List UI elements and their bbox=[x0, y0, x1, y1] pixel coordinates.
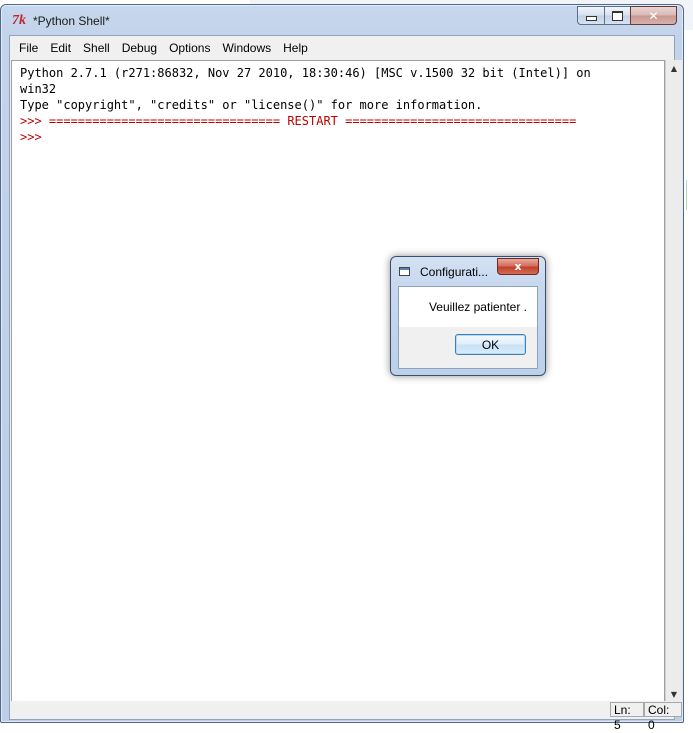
minimize-icon bbox=[585, 16, 597, 21]
status-column: Col: 0 bbox=[644, 702, 682, 732]
tk-app-icon[interactable]: 7k bbox=[12, 13, 30, 29]
menu-shell[interactable]: Shell bbox=[77, 38, 116, 58]
shell-line: >>> ================================ RES… bbox=[20, 113, 656, 129]
client-area: File Edit Shell Debug Options Windows He… bbox=[9, 35, 682, 732]
menu-windows[interactable]: Windows bbox=[216, 38, 277, 58]
dialog-title: Configurati... bbox=[420, 265, 489, 279]
background-window-edge bbox=[686, 180, 693, 210]
menu-options[interactable]: Options bbox=[163, 38, 216, 58]
close-button[interactable]: ✕ bbox=[630, 6, 677, 25]
shell-text: Type "copyright", "credits" or "license(… bbox=[20, 98, 483, 112]
dialog-close-button[interactable]: x bbox=[497, 258, 539, 275]
triangle-down-icon: ▼ bbox=[670, 690, 678, 699]
shell-text: win32 bbox=[20, 82, 57, 96]
menu-file[interactable]: File bbox=[13, 38, 44, 58]
dialog-message-area: Veuillez patienter . bbox=[399, 287, 537, 327]
shell-text: Python 2.7.1 (r271:86832, Nov 27 2010, 1… bbox=[20, 66, 591, 80]
configuration-dialog: Configurati... x Veuillez patienter . OK bbox=[390, 256, 546, 376]
shell-line: Type "copyright", "credits" or "license(… bbox=[20, 97, 656, 113]
scroll-up-button[interactable]: ▲ bbox=[666, 60, 682, 77]
shell-text-area[interactable]: Python 2.7.1 (r271:86832, Nov 27 2010, 1… bbox=[11, 60, 665, 703]
menu-bar: File Edit Shell Debug Options Windows He… bbox=[10, 36, 674, 59]
shell-text: ================================ RESTART… bbox=[48, 114, 577, 128]
shell-line: Python 2.7.1 (r271:86832, Nov 27 2010, 1… bbox=[20, 65, 656, 81]
status-line: Ln: 5 bbox=[610, 702, 644, 732]
maximize-button[interactable] bbox=[604, 6, 630, 25]
shell-prompt: >>> bbox=[20, 114, 49, 128]
title-bar[interactable]: 7k *Python Shell* ✕ bbox=[1, 5, 683, 35]
dialog-body: Veuillez patienter . OK bbox=[398, 286, 538, 369]
python-shell-window: 7k *Python Shell* ✕ File Edit Shell Debu… bbox=[0, 4, 684, 732]
vertical-scrollbar[interactable]: ▲ ▼ bbox=[665, 60, 682, 703]
dialog-message: Veuillez patienter . bbox=[428, 300, 527, 314]
triangle-up-icon: ▲ bbox=[670, 64, 678, 73]
shell-line: >>> bbox=[20, 129, 656, 145]
close-icon: ✕ bbox=[648, 8, 659, 23]
close-icon: x bbox=[514, 260, 522, 273]
status-bar: Ln: 5 Col: 0 bbox=[10, 701, 682, 732]
window-title: *Python Shell* bbox=[33, 14, 110, 28]
menu-debug[interactable]: Debug bbox=[116, 38, 163, 58]
menu-edit[interactable]: Edit bbox=[44, 38, 77, 58]
caption-buttons: ✕ bbox=[577, 6, 677, 25]
ok-button[interactable]: OK bbox=[455, 334, 526, 355]
shell-prompt: >>> bbox=[20, 130, 49, 144]
window-icon bbox=[399, 267, 410, 276]
maximize-icon bbox=[612, 10, 623, 21]
minimize-button[interactable] bbox=[577, 6, 604, 25]
menu-help[interactable]: Help bbox=[277, 38, 314, 58]
shell-line: win32 bbox=[20, 81, 656, 97]
